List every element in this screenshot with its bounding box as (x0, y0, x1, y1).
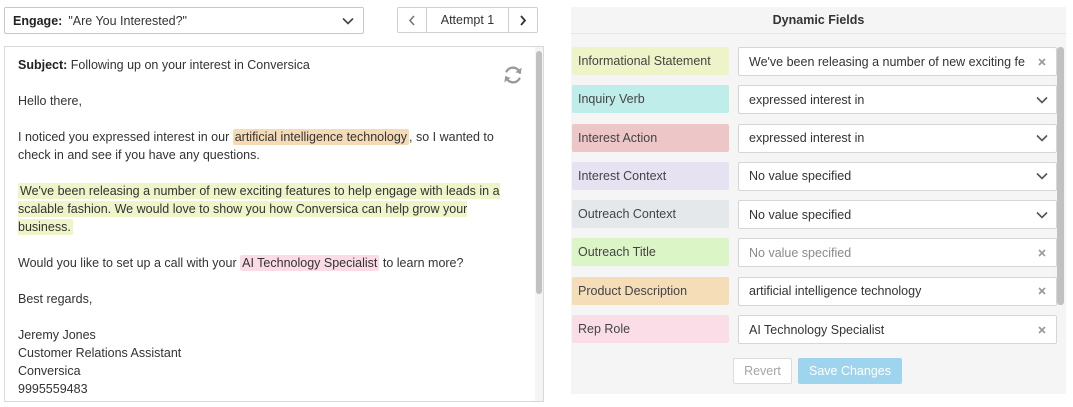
field-value: AI Technology Specialist (749, 322, 885, 337)
field-value: expressed interest in (749, 131, 865, 146)
signature-name: Jeremy Jones (18, 328, 96, 342)
paragraph-text: Would you like to set up a call with you… (18, 256, 241, 270)
email-greeting: Hello there, (18, 94, 82, 108)
clear-icon[interactable] (1034, 249, 1050, 257)
engage-value: "Are You Interested?" (68, 13, 187, 28)
field-dropdown[interactable]: expressed interest in (738, 123, 1057, 153)
field-dropdown[interactable]: No value specified (738, 200, 1057, 230)
field-row: Outreach Title No value specified (571, 238, 1057, 276)
field-input[interactable]: artificial intelligence technology (738, 276, 1057, 306)
field-row: Rep Role AI Technology Specialist (571, 315, 1057, 353)
informational-statement-highlight: We've been releasing a number of new exc… (18, 183, 500, 235)
field-value: artificial intelligence technology (749, 284, 922, 299)
subject-text: Following up on your interest in Convers… (70, 58, 310, 72)
fields-actions: Revert Save Changes (733, 358, 902, 384)
email-scrollbar-thumb[interactable] (536, 51, 542, 294)
email-paragraph-3: Would you like to set up a call with you… (18, 254, 518, 272)
email-subject: Subject: Following up on your interest i… (18, 56, 518, 74)
field-row: Informational Statement We've been releas… (571, 47, 1057, 85)
chevron-down-icon[interactable] (1034, 172, 1050, 181)
field-label: Rep Role (572, 315, 729, 344)
chevron-down-icon[interactable] (1034, 134, 1050, 142)
chevron-down-icon (341, 14, 355, 28)
field-label: Interest Action (572, 123, 729, 152)
field-row: Outreach Context No value specified (571, 200, 1057, 238)
clear-icon[interactable] (1034, 287, 1050, 295)
next-attempt-button[interactable] (508, 8, 537, 32)
refresh-icon[interactable] (502, 64, 524, 86)
field-input[interactable]: AI Technology Specialist (738, 315, 1057, 345)
field-label: Informational Statement (572, 47, 729, 75)
signature-phone: 9995559483 (18, 382, 88, 396)
product-description-highlight: artificial intelligence technology (232, 129, 410, 145)
clear-icon[interactable] (1034, 57, 1050, 66)
subject-label: Subject: (18, 58, 68, 72)
field-dropdown[interactable]: expressed interest in (738, 85, 1057, 115)
chevron-down-icon[interactable] (1034, 96, 1050, 104)
dynamic-fields-list: Informational Statement We've been releas… (571, 47, 1057, 353)
engage-select[interactable]: Engage: "Are You Interested?" (4, 7, 364, 34)
email-closing: Best regards, (18, 292, 93, 306)
dynamic-fields-title: Dynamic Fields (571, 7, 1066, 34)
field-input[interactable]: No value specified (738, 238, 1057, 268)
field-value: No value specified (749, 169, 852, 184)
dynamic-fields-panel: Dynamic Fields Informational Statement We… (571, 7, 1066, 394)
save-changes-button[interactable]: Save Changes (798, 358, 902, 384)
chevron-left-icon (408, 14, 415, 26)
signature-company: Conversica (18, 364, 81, 378)
fields-scrollbar-thumb[interactable] (1057, 47, 1064, 305)
field-label: Product Description (572, 276, 729, 305)
field-dropdown[interactable]: No value specified (738, 161, 1057, 191)
email-scrollbar[interactable] (535, 47, 543, 401)
field-label: Outreach Context (572, 200, 729, 229)
revert-button[interactable]: Revert (733, 358, 792, 384)
field-input[interactable]: We've been releasing a number of new exc… (738, 47, 1057, 76)
chevron-down-icon[interactable] (1034, 211, 1050, 219)
fields-scrollbar[interactable] (1056, 47, 1064, 347)
field-row: Inquiry Verb expressed interest in (571, 85, 1057, 123)
clear-icon[interactable] (1034, 326, 1050, 334)
field-value: expressed interest in (749, 92, 865, 107)
field-value: No value specified (749, 207, 852, 222)
email-preview: Subject: Following up on your interest i… (4, 46, 544, 402)
paragraph-text: to learn more? (379, 256, 464, 270)
email-paragraph-1: I noticed you expressed interest in our … (18, 128, 518, 164)
signature-title: Customer Relations Assistant (18, 346, 182, 360)
engage-label: Engage: (13, 13, 63, 28)
field-value: We've been releasing a number of new exc… (749, 54, 1025, 69)
field-row: Interest Context No value specified (571, 161, 1057, 200)
attempt-navigator: Attempt 1 (397, 7, 538, 33)
rep-role-highlight: AI Technology Specialist (240, 255, 380, 271)
chevron-right-icon (520, 14, 527, 26)
previous-attempt-button[interactable] (398, 8, 427, 32)
attempt-label: Attempt 1 (440, 13, 495, 27)
field-label: Outreach Title (572, 238, 729, 267)
paragraph-text: I noticed you expressed interest in our (18, 130, 233, 144)
field-label: Inquiry Verb (572, 85, 729, 114)
field-row: Interest Action expressed interest in (571, 123, 1057, 162)
field-label: Interest Context (572, 161, 729, 190)
field-row: Product Description artificial intelligen… (571, 276, 1057, 315)
email-body: Subject: Following up on your interest i… (18, 56, 518, 398)
email-paragraph-2: We've been releasing a number of new exc… (18, 182, 518, 236)
field-value: No value specified (749, 245, 852, 260)
